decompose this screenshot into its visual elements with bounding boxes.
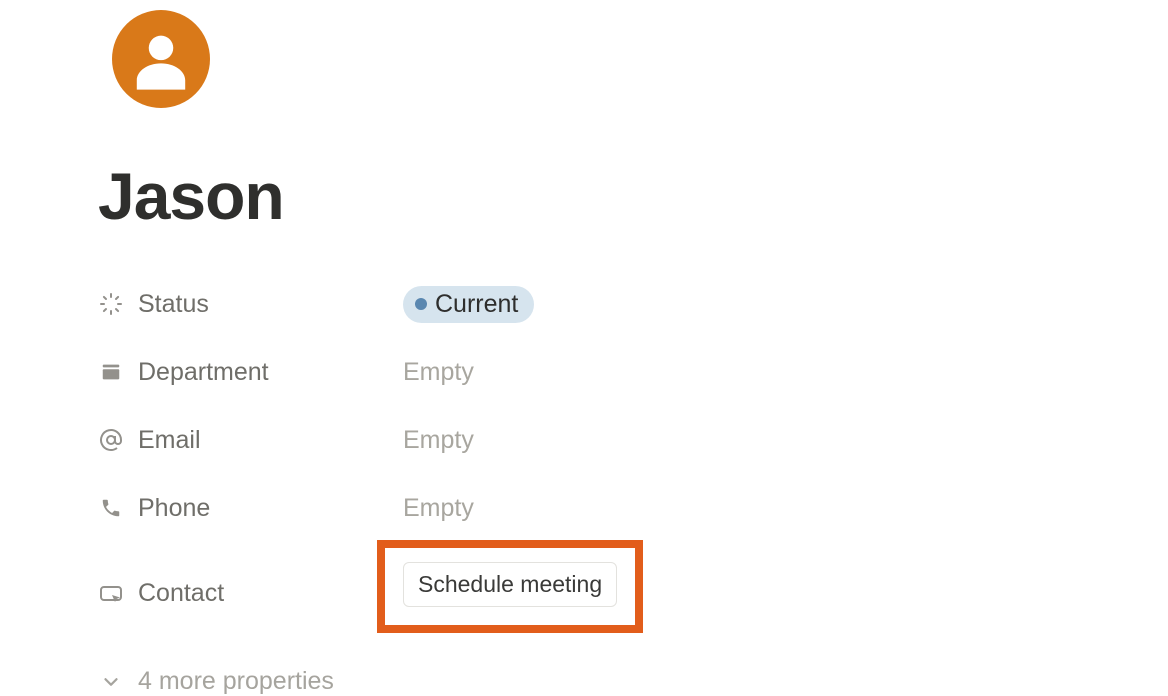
property-row-department: Department Empty xyxy=(98,350,1168,394)
property-label-wrap[interactable]: Status xyxy=(98,290,403,319)
more-properties-toggle[interactable]: 4 more properties xyxy=(98,661,1168,696)
property-row-status: Status Current xyxy=(98,282,1168,326)
property-label-wrap[interactable]: Department xyxy=(98,358,403,387)
status-dot-icon xyxy=(415,298,427,310)
avatar[interactable] xyxy=(112,10,210,108)
page-title[interactable]: Jason xyxy=(98,158,1168,234)
property-value-department[interactable]: Empty xyxy=(403,358,474,387)
property-row-email: Email Empty xyxy=(98,418,1168,462)
property-label: Department xyxy=(138,358,269,387)
at-icon xyxy=(98,427,124,453)
more-properties-label: 4 more properties xyxy=(138,667,334,696)
phone-icon xyxy=(98,495,124,521)
property-value-status[interactable]: Current xyxy=(403,286,534,323)
property-value-contact: Schedule meeting xyxy=(403,554,643,633)
property-value-email[interactable]: Empty xyxy=(403,426,474,455)
chevron-down-icon xyxy=(98,669,124,695)
property-label: Status xyxy=(138,290,209,319)
property-row-contact: Contact Schedule meeting xyxy=(98,554,1168,633)
empty-placeholder: Empty xyxy=(403,494,474,523)
status-pill: Current xyxy=(403,286,534,323)
person-icon xyxy=(126,24,196,94)
property-label-wrap[interactable]: Email xyxy=(98,426,403,455)
status-text: Current xyxy=(435,290,518,319)
property-row-phone: Phone Empty xyxy=(98,486,1168,530)
empty-placeholder: Empty xyxy=(403,426,474,455)
property-label: Contact xyxy=(138,579,224,608)
status-icon xyxy=(98,291,124,317)
property-label-wrap[interactable]: Phone xyxy=(98,494,403,523)
property-label: Email xyxy=(138,426,201,455)
property-label-wrap[interactable]: Contact xyxy=(98,579,403,608)
empty-placeholder: Empty xyxy=(403,358,474,387)
schedule-meeting-button[interactable]: Schedule meeting xyxy=(403,562,617,607)
button-icon xyxy=(98,581,124,607)
properties-list: Status Current Department xyxy=(98,282,1168,696)
select-icon xyxy=(98,359,124,385)
highlight-callout: Schedule meeting xyxy=(377,540,643,633)
property-value-phone[interactable]: Empty xyxy=(403,494,474,523)
property-label: Phone xyxy=(138,494,210,523)
